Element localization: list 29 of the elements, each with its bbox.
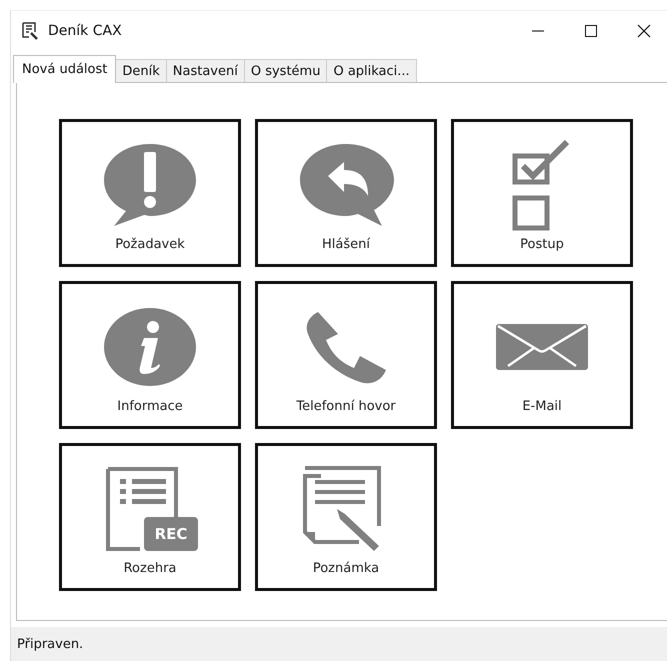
window-title: Deník CAX bbox=[48, 23, 123, 39]
tile-label: Rozehra bbox=[124, 561, 176, 576]
event-tile[interactable]: Informace bbox=[59, 281, 241, 429]
tab[interactable]: O systému bbox=[244, 59, 328, 83]
tile-label: Poznámka bbox=[312, 561, 380, 576]
tile-label: Hlášení bbox=[322, 237, 370, 252]
tab[interactable]: Nastavení bbox=[166, 59, 245, 83]
event-tile[interactable]: Telefonní hovor bbox=[255, 281, 437, 429]
event-tile[interactable]: Hlášení bbox=[255, 119, 437, 267]
status-text: Připraven. bbox=[17, 636, 84, 652]
close-icon[interactable] bbox=[636, 23, 652, 39]
exclamation-bubble-icon bbox=[102, 142, 198, 228]
tile-label: E-Mail bbox=[522, 399, 562, 414]
event-tile[interactable]: Požadavek bbox=[59, 119, 241, 267]
reply-bubble-icon bbox=[298, 142, 394, 228]
tile-label: Informace bbox=[117, 399, 183, 414]
tile-label: Telefonní hovor bbox=[296, 399, 396, 414]
tile-label: Postup bbox=[520, 237, 564, 252]
tab[interactable]: Nová událost bbox=[13, 55, 116, 83]
tab[interactable]: Deník bbox=[115, 59, 167, 83]
tile-label: Požadavek bbox=[115, 237, 185, 252]
maximize-icon[interactable] bbox=[583, 23, 599, 39]
envelope-icon bbox=[494, 322, 590, 372]
event-tile[interactable]: Poznámka bbox=[255, 443, 437, 591]
tab[interactable]: O aplikaci... bbox=[326, 59, 417, 83]
event-tile[interactable]: REC Rozehra bbox=[59, 443, 241, 591]
event-tile[interactable]: Postup bbox=[451, 119, 633, 267]
event-tile[interactable]: E-Mail bbox=[451, 281, 633, 429]
info-icon bbox=[102, 306, 198, 388]
